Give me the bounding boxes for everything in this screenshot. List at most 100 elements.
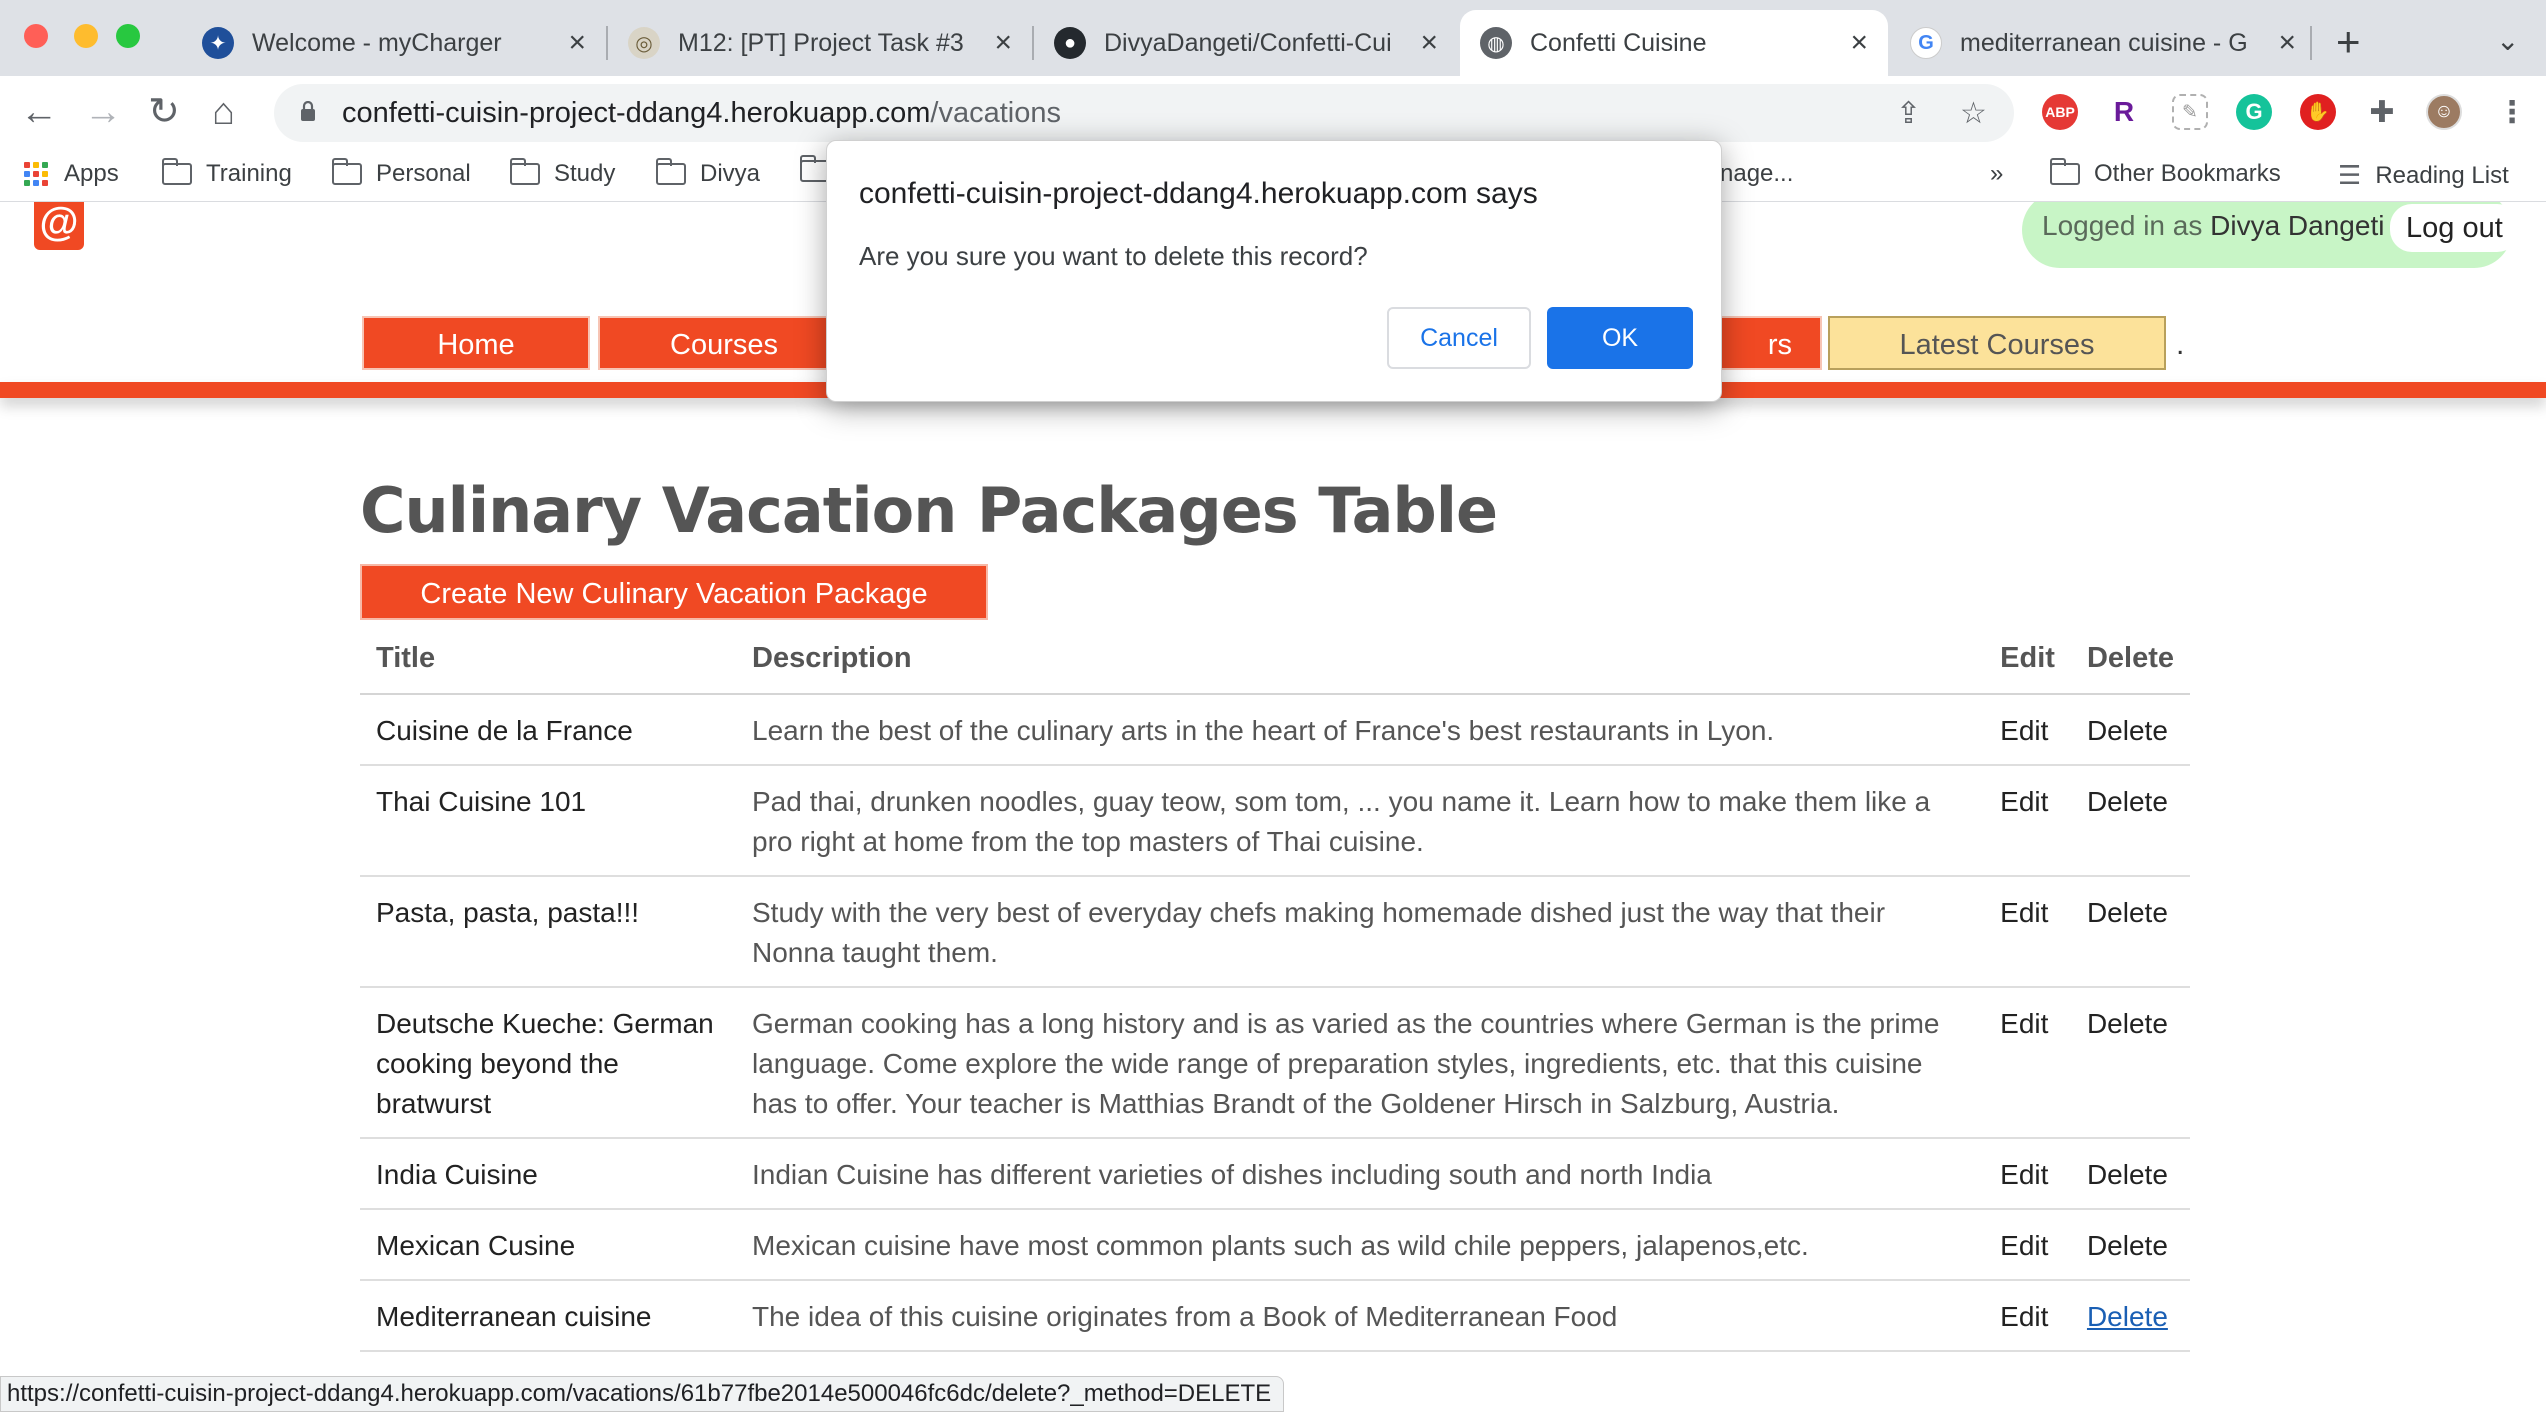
browser-tab[interactable]: ● DivyaDangeti/Confetti-Cui ×	[1034, 10, 1458, 76]
logout-button[interactable]: Log out	[2390, 204, 2519, 252]
edit-link[interactable]: Edit	[1984, 1280, 2071, 1352]
column-header-description: Description	[736, 628, 1985, 695]
cell-description: Mexican cuisine have most common plants …	[736, 1209, 1985, 1281]
page-title: Culinary Vacation Packages Table	[360, 474, 1498, 547]
profile-avatar[interactable]: ☺	[2426, 94, 2462, 130]
bookmark-apps[interactable]: Apps	[24, 160, 119, 188]
bookmark-reading-list[interactable]: ☰ Reading List	[2338, 160, 2509, 191]
adblock-extension-icon[interactable]: ABP	[2042, 94, 2078, 130]
delete-link[interactable]: Delete	[2070, 1138, 2190, 1210]
bookmark-folder-study[interactable]: Study	[510, 158, 615, 188]
bookmark-folder-personal[interactable]: Personal	[332, 158, 471, 188]
dialog-cancel-button[interactable]: Cancel	[1387, 307, 1531, 369]
new-tab-icon[interactable]: +	[2336, 18, 2361, 66]
minimize-window-button[interactable]	[74, 24, 98, 48]
bookmark-other-bookmarks[interactable]: Other Bookmarks	[2050, 158, 2281, 188]
edit-link[interactable]: Edit	[1984, 1138, 2071, 1210]
table-row: India Cuisine Indian Cuisine has differen…	[360, 1138, 2190, 1210]
table-body: Cuisine de la France Learn the best of th…	[360, 694, 2190, 1352]
table-row: Cuisine de la France Learn the best of th…	[360, 694, 2190, 766]
edit-link[interactable]: Edit	[1984, 876, 2071, 988]
table-header-row: Title Description Edit Delete	[360, 628, 2190, 695]
close-tab-icon[interactable]: ×	[2278, 26, 2296, 60]
reload-icon[interactable]: ↻	[148, 90, 180, 134]
site-logo[interactable]: @	[34, 202, 84, 250]
delete-link[interactable]: Delete	[2070, 765, 2190, 877]
browser-tab[interactable]: ✦ Welcome - myCharger ×	[182, 10, 606, 76]
clipper-extension-icon[interactable]: ✎	[2172, 94, 2208, 130]
folder-icon	[162, 158, 192, 185]
confirm-dialog: confetti-cuisin-project-ddang4.herokuapp…	[826, 140, 1722, 402]
login-prefix: Logged in as	[2042, 210, 2203, 241]
extensions-puzzle-icon[interactable]: ✚	[2364, 94, 2400, 130]
close-tab-icon[interactable]: ×	[994, 26, 1012, 60]
zoom-window-button[interactable]	[116, 24, 140, 48]
canvas-icon: ◎	[628, 27, 660, 59]
column-header-delete: Delete	[2070, 628, 2190, 695]
grammarly-extension-icon[interactable]: G	[2236, 94, 2272, 130]
folder-icon	[656, 158, 686, 185]
nav-home[interactable]: Home	[362, 316, 590, 370]
edit-link[interactable]: Edit	[1984, 1209, 2071, 1281]
bookmark-folder-training[interactable]: Training	[162, 158, 292, 188]
edit-link[interactable]: Edit	[1984, 765, 2071, 877]
back-icon[interactable]: ←	[20, 90, 58, 134]
share-icon[interactable]: ⇪	[1896, 96, 1921, 131]
cell-title: Pasta, pasta, pasta!!!	[360, 876, 736, 988]
mycharger-icon: ✦	[202, 27, 234, 59]
bookmark-partial[interactable]: nage...	[1720, 160, 1793, 188]
bookmarks-overflow-icon[interactable]: »	[1990, 160, 2003, 188]
bookmark-label: nage...	[1720, 160, 1794, 187]
bookmark-star-icon[interactable]: ☆	[1960, 96, 1987, 131]
browser-tab-active[interactable]: ◍ Confetti Cuisine ×	[1460, 10, 1888, 76]
close-window-button[interactable]	[24, 24, 48, 48]
url-path: /vacations	[930, 97, 1061, 129]
cell-title: India Cuisine	[360, 1138, 736, 1210]
delete-link[interactable]: Delete	[2070, 876, 2190, 988]
chevron-down-icon[interactable]: ⌄	[2496, 24, 2519, 57]
bookmark-folder-divya[interactable]: Divya	[656, 158, 760, 188]
bookmark-label: Personal	[376, 160, 471, 187]
browser-tab[interactable]: ◎ M12: [PT] Project Task #3 ×	[608, 10, 1032, 76]
home-icon[interactable]: ⌂	[212, 90, 235, 134]
tab-title: mediterranean cuisine - G	[1960, 28, 2248, 57]
delete-link[interactable]: Delete	[2070, 1280, 2190, 1352]
tab-title: DivyaDangeti/Confetti-Cui	[1104, 28, 1392, 57]
delete-link[interactable]: Delete	[2070, 1209, 2190, 1281]
lock-icon	[301, 101, 315, 121]
nav-courses[interactable]: Courses	[598, 316, 850, 370]
browser-tab[interactable]: G mediterranean cuisine - G ×	[1890, 10, 2316, 76]
browser-tab-strip: ✦ Welcome - myCharger × ◎ M12: [PT] Proj…	[0, 0, 2546, 76]
edit-link[interactable]: Edit	[1984, 987, 2071, 1139]
url-text: confetti-cuisin-project-ddang4.herokuapp…	[342, 97, 1061, 130]
globe-icon: ◍	[1480, 27, 1512, 59]
cell-description: Study with the very best of everyday che…	[736, 876, 1985, 988]
cell-title: Mexican Cusine	[360, 1209, 736, 1281]
r-extension-icon[interactable]: R	[2106, 94, 2142, 130]
apps-grid-icon	[24, 162, 48, 186]
address-bar[interactable]: confetti-cuisin-project-ddang4.herokuapp…	[274, 84, 2014, 142]
status-bar-url: https://confetti-cuisin-project-ddang4.h…	[0, 1376, 1285, 1412]
forward-icon[interactable]: →	[84, 90, 122, 134]
nav-trailing-dot: .	[2176, 328, 2185, 361]
close-tab-icon[interactable]: ×	[1420, 26, 1438, 60]
dialog-ok-button[interactable]: OK	[1547, 307, 1693, 369]
login-username[interactable]: Divya Dangeti	[2210, 210, 2384, 241]
close-tab-icon[interactable]: ×	[568, 26, 586, 60]
create-vacation-package-button[interactable]: Create New Culinary Vacation Package	[360, 564, 988, 620]
nav-latest-courses[interactable]: Latest Courses	[1828, 316, 2166, 370]
bookmark-label: Other Bookmarks	[2094, 160, 2281, 187]
delete-link[interactable]: Delete	[2070, 694, 2190, 766]
edit-link[interactable]: Edit	[1984, 694, 2071, 766]
cell-description: Indian Cuisine has different varieties o…	[736, 1138, 1985, 1210]
delete-link[interactable]: Delete	[2070, 987, 2190, 1139]
cell-title: Thai Cuisine 101	[360, 765, 736, 877]
login-status-text: Logged in as Divya Dangeti	[2042, 210, 2384, 242]
close-tab-icon[interactable]: ×	[1850, 26, 1868, 60]
stop-extension-icon[interactable]: ✋	[2300, 94, 2336, 130]
table-row: Thai Cuisine 101 Pad thai, drunken noodle…	[360, 765, 2190, 877]
folder-icon	[332, 158, 362, 185]
browser-menu-icon[interactable]: ⋮	[2494, 94, 2530, 130]
folder-icon	[510, 158, 540, 185]
table-row: Deutsche Kueche: German cooking beyond t…	[360, 987, 2190, 1139]
